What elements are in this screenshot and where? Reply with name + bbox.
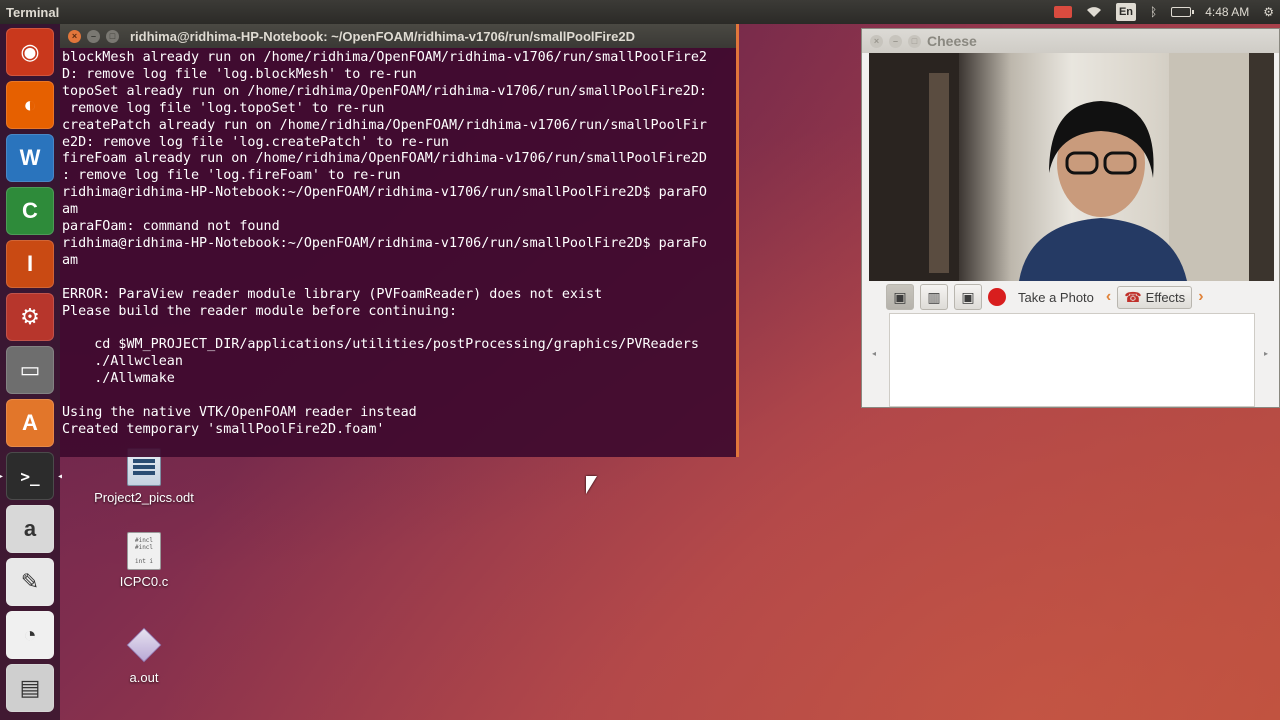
desktop-icon-label: a.out <box>129 670 159 685</box>
terminal-line: D: remove log file 'log.blockMesh' to re… <box>62 66 417 82</box>
document-viewer-icon[interactable]: ◔ <box>6 611 54 659</box>
terminal-output[interactable]: blockMesh already run on /home/ridhima/O… <box>60 48 736 439</box>
desktop-icon-label: Project2_pics.odt <box>94 490 194 505</box>
terminal-line: ridhima@ridhima-HP-Notebook:~/OpenFOAM/r… <box>62 185 707 201</box>
video-mode-icon[interactable]: ▥ <box>920 284 948 310</box>
window-controls: × – □ <box>862 34 927 48</box>
mouse-cursor <box>586 476 597 494</box>
desktop-icon-label: ICPC0.c <box>119 574 169 589</box>
camera-indicator-icon[interactable] <box>1053 3 1072 21</box>
cheese-titlebar[interactable]: × – □ Cheese <box>862 29 1279 53</box>
terminal-line: am <box>62 202 79 218</box>
terminal-title: ridhima@ridhima-HP-Notebook: ~/OpenFOAM/… <box>130 28 635 44</box>
thumbnail-strip[interactable] <box>889 313 1255 407</box>
terminal-line: Please build the reader module before co… <box>62 303 458 319</box>
language-indicator[interactable]: En <box>1115 3 1136 21</box>
text-editor-icon[interactable]: ✎ <box>6 558 54 606</box>
terminal-line: fireFoam already run on /home/ridhima/Op… <box>62 151 707 167</box>
executable-icon <box>126 627 162 663</box>
terminal-line: createPatch already run on /home/ridhima… <box>62 117 707 133</box>
scanner-icon[interactable]: ▤ <box>6 664 54 712</box>
maximize-icon[interactable]: □ <box>106 29 119 43</box>
libreoffice-writer-icon[interactable]: W <box>6 134 54 182</box>
terminal-line: Created temporary 'smallPoolFire2D.foam' <box>62 421 385 437</box>
terminal-line: ERROR: ParaView reader module library (P… <box>62 286 603 302</box>
bluetooth-icon[interactable]: ᛒ <box>1150 3 1157 21</box>
thumbnails-scroll-left-icon[interactable]: ◂ <box>872 349 876 358</box>
terminal-line: paraFOam: command not found <box>62 219 280 235</box>
launcher: ◉ ◐ WCI ⚙ ▭ A >_a ✎ ◔ ▤ <box>0 24 63 720</box>
effects-icon: ☎ <box>1124 288 1142 305</box>
c-source-file-icon: #incl #incl int i <box>127 532 161 570</box>
terminal-line: cd $WM_PROJECT_DIR/applications/utilitie… <box>62 337 699 353</box>
take-photo-button[interactable]: Take a Photo <box>1012 290 1100 305</box>
effects-label: Effects <box>1145 289 1186 305</box>
terminal-window[interactable]: × – □ ridhima@ridhima-HP-Notebook: ~/Ope… <box>60 24 739 457</box>
maximize-icon[interactable]: □ <box>908 34 921 48</box>
wifi-icon[interactable] <box>1086 3 1102 21</box>
files-icon[interactable]: ▭ <box>6 346 54 394</box>
close-icon[interactable]: × <box>870 34 883 48</box>
indicator-area: En ᛒ 4:48 AM ⚙ <box>1053 3 1280 21</box>
record-icon[interactable] <box>988 288 1006 306</box>
webcam-viewfinder <box>869 53 1274 281</box>
cheese-toolbar: ▣ ▥ ▣ Take a Photo ‹ ☎ Effects › <box>862 281 1280 313</box>
software-center-icon[interactable]: A <box>6 399 54 447</box>
terminal-line: Using the native VTK/OpenFOAM reader ins… <box>62 405 417 421</box>
webcam-feed-image <box>869 53 1274 281</box>
terminal-line: am <box>62 252 79 268</box>
effects-button[interactable]: ☎ Effects <box>1117 285 1193 309</box>
thumbnails-scroll-right-icon[interactable]: ▸ <box>1264 349 1268 358</box>
cheese-window[interactable]: × – □ Cheese ▣ ▥ ▣ Take a Photo ‹ ☎ Effe… <box>861 28 1280 408</box>
desktop-icon-a-out[interactable]: a.out <box>104 627 184 685</box>
terminal-line: topoSet already run on /home/ridhima/Ope… <box>62 83 707 99</box>
terminal-line: blockMesh already run on /home/ridhima/O… <box>62 50 707 65</box>
chevron-right-icon[interactable]: › <box>1198 288 1203 306</box>
minimize-icon[interactable]: – <box>87 29 100 43</box>
system-settings-icon[interactable]: ⚙ <box>6 293 54 341</box>
terminal-titlebar[interactable]: × – □ ridhima@ridhima-HP-Notebook: ~/Ope… <box>60 24 736 48</box>
terminal-line: : remove log file 'log.fireFoam' to re-r… <box>62 168 401 184</box>
amazon-icon[interactable]: a <box>6 505 54 553</box>
desktop-icon-icpc0[interactable]: #incl #incl int i ICPC0.c <box>104 532 184 589</box>
window-controls: × – □ <box>60 29 125 43</box>
battery-icon[interactable] <box>1171 3 1195 21</box>
minimize-icon[interactable]: – <box>889 34 902 48</box>
burst-mode-icon[interactable]: ▣ <box>954 284 982 310</box>
libreoffice-calc-icon[interactable]: C <box>6 187 54 235</box>
terminal-line: e2D: remove log file 'log.createPatch' t… <box>62 134 449 150</box>
terminal-line: ./Allwclean <box>62 354 183 370</box>
clock[interactable]: 4:48 AM <box>1205 3 1249 21</box>
terminal-line: ridhima@ridhima-HP-Notebook:~/OpenFOAM/r… <box>62 235 707 251</box>
terminal-icon[interactable]: >_ <box>0 452 63 500</box>
firefox-icon[interactable]: ◐ <box>6 81 54 129</box>
top-panel: Terminal En ᛒ 4:48 AM ⚙ <box>0 0 1280 24</box>
photo-mode-icon[interactable]: ▣ <box>886 284 914 310</box>
libreoffice-impress-icon[interactable]: I <box>6 240 54 288</box>
chevron-left-icon[interactable]: ‹ <box>1106 288 1111 306</box>
settings-gear-icon[interactable]: ⚙ <box>1263 3 1274 21</box>
terminal-line: remove log file 'log.topoSet' to re-run <box>62 100 385 116</box>
ubuntu-dash-icon[interactable]: ◉ <box>6 28 54 76</box>
close-icon[interactable]: × <box>68 29 81 43</box>
cheese-title: Cheese <box>927 33 977 49</box>
active-app-title: Terminal <box>6 4 60 20</box>
terminal-line: ./Allwmake <box>62 371 175 387</box>
